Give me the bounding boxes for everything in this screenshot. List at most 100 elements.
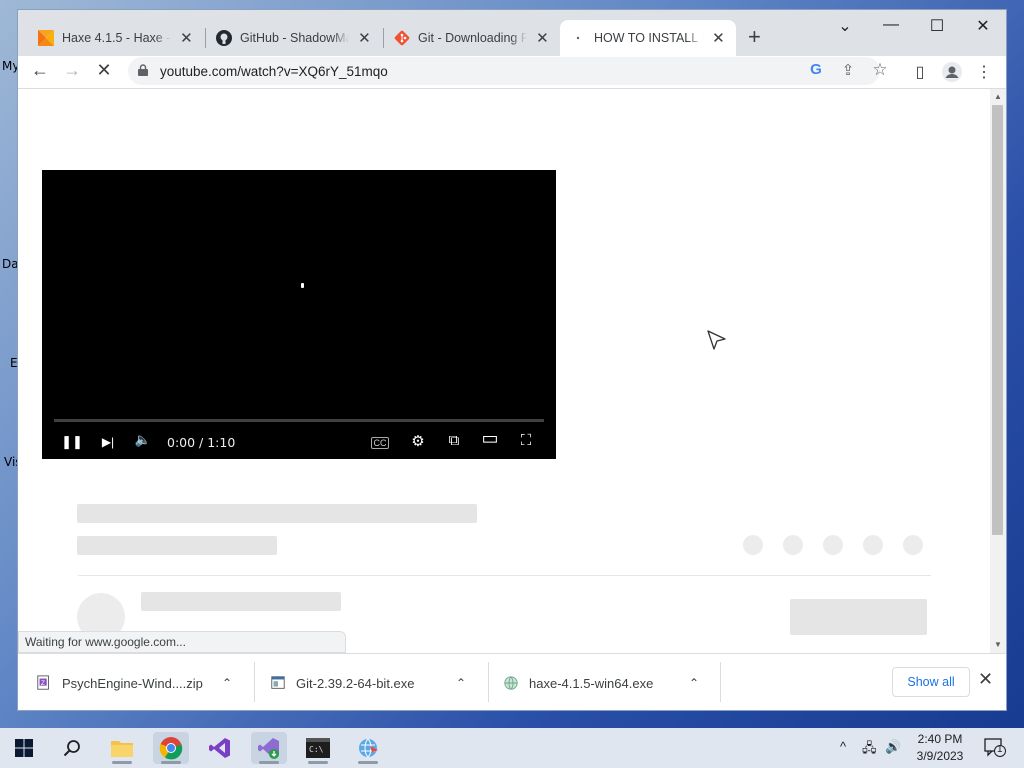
git-icon (394, 30, 410, 46)
scroll-up-arrow-icon[interactable]: ▲ (994, 92, 1002, 101)
bookmark-star-icon[interactable]: ☆ (870, 60, 890, 80)
exe-file-icon (270, 675, 286, 691)
video-progress-bar[interactable] (54, 419, 544, 422)
close-shelf-icon[interactable]: ✕ (978, 669, 993, 690)
tab-github[interactable]: GitHub - ShadowMario/FNF-PsychEngine ✕ (206, 20, 382, 56)
vertical-scrollbar[interactable]: ▲ ▼ (990, 89, 1006, 653)
volume-icon[interactable]: 🔈 (132, 432, 154, 448)
visual-studio-icon[interactable] (202, 732, 238, 764)
chrome-icon[interactable] (153, 732, 189, 764)
tab-close-icon[interactable]: ✕ (179, 29, 194, 47)
scrollbar-thumb[interactable] (992, 105, 1003, 535)
tab-strip: Haxe 4.1.5 - Haxe - The Cross-platform T… (18, 10, 1006, 56)
globe-file-icon (503, 675, 519, 691)
notification-count: 1 (997, 744, 1003, 755)
action-placeholder (863, 535, 883, 555)
download-filename: PsychEngine-Wind....zip (62, 675, 203, 691)
tab-title: HOW TO INSTALL MODS (594, 31, 703, 45)
url-text[interactable]: youtube.com/watch?v=XQ6rY_51mqo (160, 64, 388, 79)
forward-button[interactable]: → (58, 60, 86, 81)
clock-time: 2:40 PM (917, 732, 963, 746)
svg-text:C:\: C:\ (309, 745, 324, 754)
download-item[interactable]: haxe-4.1.5-win64.exe ⌃ (503, 660, 699, 706)
haxe-setup-icon[interactable] (350, 732, 386, 764)
menu-icon[interactable]: ⋮ (972, 62, 996, 82)
video-time: 0:00 / 1:10 (167, 435, 236, 450)
tab-close-icon[interactable]: ✕ (357, 29, 372, 47)
next-button[interactable]: ▶| (97, 435, 119, 449)
download-filename: haxe-4.1.5-win64.exe (529, 675, 654, 691)
github-icon (216, 30, 232, 46)
tab-search-icon[interactable]: ⌄ (830, 16, 860, 36)
video-player[interactable]: ❚❚ ▶| 🔈 0:00 / 1:10 CC ⚙ ⧉ ▭ ⛶ (42, 170, 556, 459)
theater-mode-icon[interactable]: ▭ (479, 428, 501, 449)
title-placeholder (77, 504, 477, 523)
clock[interactable]: 2:40 PM 3/9/2023 (912, 731, 968, 765)
tab-title: Haxe 4.1.5 - Haxe - The Cross-platform T… (62, 31, 171, 45)
action-placeholder (743, 535, 763, 555)
volume-icon[interactable]: 🔊 (885, 739, 901, 755)
status-bubble: Waiting for www.google.com... (18, 631, 346, 653)
address-bar[interactable]: youtube.com/watch?v=XQ6rY_51mqo G ⇪ ☆ (128, 57, 888, 85)
loading-spinner (301, 283, 304, 288)
terminal-icon[interactable]: C:\ (300, 732, 336, 764)
show-all-button[interactable]: Show all (892, 667, 970, 697)
desktop-label-e: E (10, 356, 18, 370)
action-placeholder (903, 535, 923, 555)
new-tab-button[interactable]: + (748, 24, 761, 50)
chevron-up-icon[interactable]: ⌃ (456, 676, 466, 690)
tab-haxe[interactable]: Haxe 4.1.5 - Haxe - The Cross-platform T… (28, 20, 204, 56)
channel-name-placeholder (141, 592, 341, 611)
windows-icon (15, 739, 33, 757)
pause-button[interactable]: ❚❚ (61, 434, 83, 450)
stop-loading-button[interactable]: ✕ (90, 60, 118, 81)
tab-youtube-active[interactable]: HOW TO INSTALL MODS ✕ (560, 20, 736, 56)
download-item[interactable]: Git-2.39.2-64-bit.exe ⌃ (270, 660, 466, 706)
download-item[interactable]: Z PsychEngine-Wind....zip ⌃ (36, 660, 232, 706)
close-window-button[interactable]: ✕ (968, 16, 998, 36)
haxe-icon (38, 30, 54, 46)
desktop-label-my: My (2, 59, 20, 73)
scroll-down-arrow-icon[interactable]: ▼ (994, 640, 1002, 649)
tab-close-icon[interactable]: ✕ (535, 29, 550, 47)
maximize-button[interactable]: ☐ (922, 16, 952, 36)
tray-overflow-icon[interactable]: ^ (840, 739, 846, 754)
zip-file-icon: Z (36, 675, 52, 691)
side-panel-icon[interactable]: ▯ (908, 62, 932, 82)
tab-title: Git - Downloading Package (418, 31, 527, 45)
lock-icon (138, 64, 148, 76)
download-filename: Git-2.39.2-64-bit.exe (296, 675, 415, 691)
action-placeholder (783, 535, 803, 555)
tab-title: GitHub - ShadowMario/FNF-PsychEngine (240, 31, 349, 45)
share-icon[interactable]: ⇪ (838, 61, 858, 79)
chevron-up-icon[interactable]: ⌃ (222, 676, 232, 690)
browser-toolbar: ← → ✕ youtube.com/watch?v=XQ6rY_51mqo G … (18, 56, 1006, 88)
page-content: ❚❚ ▶| 🔈 0:00 / 1:10 CC ⚙ ⧉ ▭ ⛶ (18, 89, 990, 653)
visual-studio-installer-icon[interactable] (251, 732, 287, 764)
downloads-shelf: Z PsychEngine-Wind....zip ⌃ Git-2.39.2-6… (18, 653, 1006, 710)
back-button[interactable]: ← (26, 60, 54, 81)
tab-git[interactable]: Git - Downloading Package ✕ (384, 20, 560, 56)
fullscreen-icon[interactable]: ⛶ (515, 432, 537, 449)
mouse-cursor-icon (707, 330, 726, 350)
action-placeholder (823, 535, 843, 555)
minimize-button[interactable]: — (876, 16, 906, 34)
captions-button[interactable]: CC (371, 437, 389, 449)
loading-spinner-icon (570, 30, 586, 46)
start-button[interactable] (6, 732, 42, 764)
file-explorer-icon[interactable] (104, 732, 140, 764)
profile-icon[interactable] (940, 62, 964, 87)
clock-date: 3/9/2023 (916, 749, 964, 763)
notification-icon[interactable]: 1 (984, 737, 1006, 757)
settings-icon[interactable]: ⚙ (407, 432, 429, 450)
chevron-up-icon[interactable]: ⌃ (689, 676, 699, 690)
tab-close-icon[interactable]: ✕ (711, 29, 726, 47)
subscribe-placeholder (790, 599, 927, 635)
taskbar: C:\ ^ 🖧 🔊 2:40 PM 3/9/2023 1 (0, 728, 1024, 768)
google-lens-icon[interactable]: G (806, 61, 826, 78)
search-button[interactable] (54, 732, 90, 764)
content-divider (78, 575, 931, 576)
network-icon[interactable]: 🖧 (862, 739, 877, 761)
miniplayer-icon[interactable]: ⧉ (443, 432, 465, 449)
desktop-label-da: Da (2, 257, 19, 271)
